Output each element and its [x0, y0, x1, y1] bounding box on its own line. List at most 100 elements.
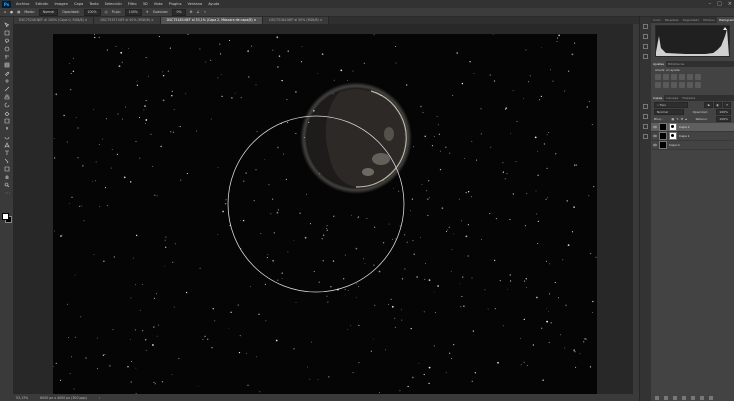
panel-tab[interactable]: Motivos — [701, 17, 717, 23]
history-icon[interactable] — [642, 23, 649, 30]
exposure-icon[interactable] — [679, 74, 685, 80]
zoom-icon[interactable] — [3, 181, 10, 188]
clone-stamp-icon[interactable] — [3, 93, 10, 100]
document-tab[interactable]: DSC75246.NEF al 100% (Capa 0, RGB/8) × — [13, 17, 95, 24]
crop-icon[interactable] — [3, 53, 10, 60]
pen-icon[interactable] — [3, 141, 10, 148]
document-canvas[interactable] — [53, 34, 597, 395]
paragraph-icon[interactable] — [642, 103, 649, 110]
panel-tab[interactable]: Trazados — [680, 95, 697, 101]
menu-item[interactable]: Ayuda — [205, 2, 222, 6]
smooth-input[interactable]: 0% — [172, 8, 186, 16]
layer-name[interactable]: Capa 1 — [679, 134, 690, 138]
panel-tab[interactable]: Muestras — [663, 17, 681, 23]
black-white-icon[interactable] — [663, 82, 669, 88]
airbrush-icon[interactable]: ✈ — [146, 10, 149, 14]
layer-row[interactable]: Capa 1 — [651, 132, 734, 141]
menu-item[interactable]: Edición — [32, 2, 51, 6]
foreground-color-swatch[interactable] — [2, 213, 9, 220]
fx-icon[interactable] — [664, 396, 668, 400]
filter-pixel-icon[interactable]: ▪ — [704, 102, 713, 108]
eraser-icon[interactable] — [3, 109, 10, 116]
document-tab[interactable]: DSC75184.NEF al 50% (RGB/8) × — [263, 17, 330, 24]
add-mask-icon[interactable] — [673, 396, 677, 400]
dodge-icon[interactable] — [3, 133, 10, 140]
gear-icon[interactable]: ⚙ — [190, 10, 193, 14]
symmetry-icon[interactable]: ✧ — [204, 10, 207, 14]
vibrance-icon[interactable] — [687, 74, 693, 80]
levels-icon[interactable] — [663, 74, 669, 80]
info-icon[interactable] — [642, 43, 649, 50]
lock-transparency-icon[interactable]: ▦ — [671, 117, 674, 121]
menu-item[interactable]: Selección — [102, 2, 125, 6]
menu-item[interactable]: Capa — [71, 2, 86, 6]
actions-icon[interactable] — [642, 33, 649, 40]
menu-item[interactable]: Vista — [151, 2, 166, 6]
healing-brush-icon[interactable] — [3, 77, 10, 84]
gradient-icon[interactable] — [3, 117, 10, 124]
layer-name[interactable]: Capa 0 — [669, 143, 680, 147]
menu-item[interactable]: 3D — [140, 2, 151, 6]
flow-input[interactable]: 100% — [124, 8, 142, 16]
panel-tab[interactable]: Bibliotecas — [666, 61, 686, 67]
color-balance-icon[interactable] — [655, 82, 661, 88]
opacity-input[interactable]: 100% — [83, 8, 101, 16]
close-tab-icon[interactable]: × — [84, 18, 88, 22]
chevron-right-icon[interactable]: › — [99, 396, 100, 400]
type-icon[interactable] — [3, 149, 10, 156]
color-lookup-icon[interactable] — [687, 82, 693, 88]
clone-source-icon[interactable] — [642, 133, 649, 140]
brush-settings-icon[interactable]: ▦ — [17, 10, 20, 14]
path-select-icon[interactable] — [3, 157, 10, 164]
frame-icon[interactable] — [3, 61, 10, 68]
lasso-icon[interactable] — [3, 37, 10, 44]
panel-tab[interactable]: Ajustes — [651, 61, 666, 67]
minimize-icon[interactable]: – — [709, 0, 712, 8]
new-layer-icon[interactable] — [700, 396, 704, 400]
layer-thumbnail[interactable] — [659, 123, 667, 131]
invert-icon[interactable] — [695, 82, 701, 88]
document-tab[interactable]: DSC75183.NEF al 53,1% (Capa 2, Máscara d… — [160, 17, 264, 24]
menu-item[interactable]: Texto — [86, 2, 101, 6]
brightness-icon[interactable] — [655, 74, 661, 80]
layer-row[interactable]: Capa 0 — [651, 141, 734, 150]
layer-row[interactable]: Capa 2 — [651, 123, 734, 132]
character-icon[interactable] — [642, 113, 649, 120]
adjustment-layer-icon[interactable] — [682, 396, 686, 400]
layer-mask-thumbnail[interactable] — [669, 132, 677, 140]
trash-icon[interactable] — [709, 396, 713, 400]
fill-input[interactable]: 100% — [716, 116, 731, 122]
hand-icon[interactable] — [3, 173, 10, 180]
properties-icon[interactable] — [642, 53, 649, 60]
panel-tab[interactable]: Capas — [651, 95, 665, 101]
layer-mask-thumbnail[interactable] — [669, 123, 677, 131]
eye-icon[interactable] — [653, 143, 657, 147]
maximize-icon[interactable]: □ — [717, 0, 722, 8]
layer-thumbnail[interactable] — [659, 141, 667, 149]
photo-filter-icon[interactable] — [671, 82, 677, 88]
layer-opacity-input[interactable]: 100% — [716, 109, 731, 115]
close-tab-icon[interactable]: × — [319, 18, 323, 22]
lock-image-icon[interactable]: ✎ — [676, 117, 679, 121]
close-tab-icon[interactable]: × — [253, 18, 257, 22]
lock-position-icon[interactable]: ✥ — [681, 117, 684, 121]
panel-tab[interactable]: Histograma — [716, 17, 734, 23]
eyedropper-icon[interactable] — [3, 69, 10, 76]
rectangle-icon[interactable] — [3, 165, 10, 172]
panel-tab[interactable]: Color — [651, 17, 663, 23]
filter-adjustment-icon[interactable]: ◐ — [713, 102, 723, 108]
layer-thumbnail[interactable] — [659, 132, 667, 140]
layer-filter-select[interactable]: ⌕ Tipo — [654, 102, 688, 108]
hue-saturation-icon[interactable] — [695, 74, 701, 80]
move-icon[interactable] — [3, 21, 10, 28]
panel-tab[interactable]: Degradado — [681, 17, 702, 23]
menu-item[interactable]: Ventana — [184, 2, 205, 6]
eye-icon[interactable] — [653, 125, 657, 129]
history-brush-icon[interactable] — [3, 101, 10, 108]
brush-icon[interactable] — [3, 85, 10, 92]
lock-all-icon[interactable]: 🔒︎ — [685, 117, 687, 121]
pressure-opacity-icon[interactable]: ◎ — [105, 10, 108, 14]
document-tab[interactable]: DSC75337.NEF al 50% (RGB/8) × — [94, 17, 161, 24]
menu-item[interactable]: Imagen — [51, 2, 71, 6]
zoom-level[interactable]: 53,13% — [16, 396, 28, 400]
